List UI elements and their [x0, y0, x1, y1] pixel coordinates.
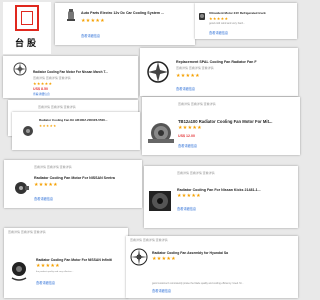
rating-stars: ★★★★★	[209, 16, 229, 21]
product-title[interactable]: Radiator Cooling Fan Motor For NISSAN Se…	[34, 176, 115, 180]
rating-stars: ★★★★★	[39, 124, 57, 128]
logo-text: 台股	[14, 38, 39, 48]
product-card[interactable]: 查看详情 查看详情 查看详情 TB12a100 Radiator Cooling…	[142, 97, 300, 155]
product-title[interactable]: Radiator Cooling Fan Assembly for Hyunda…	[152, 251, 228, 255]
product-meta: 查看详情 查看详情 查看详情	[176, 66, 214, 70]
fan-thumbnail-icon	[147, 61, 169, 83]
view-details-link[interactable]: 查看详细信息	[36, 280, 55, 285]
rating-stars: ★★★★★	[34, 182, 58, 188]
product-card[interactable]: 查看详情 查看详情 查看详情 Radiator Cooling Fan Moto…	[4, 160, 142, 208]
product-card[interactable]: Replacement SPAL Cooling Fan Radiator Fa…	[140, 48, 298, 96]
fan-thumbnail-icon	[148, 123, 174, 143]
fan-thumbnail-icon	[13, 62, 27, 76]
product-meta: 查看详情 查看详情 查看详情	[33, 76, 71, 80]
view-details-link[interactable]: 查看详细信息	[176, 86, 195, 91]
view-details-link[interactable]: 查看详细信息	[209, 30, 228, 35]
fan-thumbnail-icon	[23, 126, 33, 136]
product-card[interactable]: Auto Parts Electro 12v Dc Car Cooling Sy…	[55, 3, 195, 45]
rating-stars: ★★★★★	[81, 18, 105, 24]
view-details-link[interactable]: 查看详细信息	[152, 288, 171, 293]
product-description: good cold wind and very hard...	[209, 22, 246, 25]
view-details-link[interactable]: 查看详细信息	[177, 206, 196, 211]
rating-stars: ★★★★★	[178, 125, 202, 131]
product-title[interactable]: Auto Parts Electro 12v Dc Car Cooling Sy…	[81, 11, 164, 15]
rating-stars: ★★★★★	[176, 73, 200, 79]
product-meta: 查看详情 查看详情 查看详情	[177, 171, 215, 175]
product-title[interactable]: TB12a100 Radiator Cooling Fan Motor For …	[178, 119, 272, 124]
rating-stars: ★★★★★	[36, 263, 60, 269]
product-title[interactable]: Ultrasilent Motor 24V Refrigerated truck	[209, 11, 266, 15]
product-price: US$ 8.50	[33, 87, 48, 91]
logo-inner-mark	[21, 11, 33, 25]
view-details-link[interactable]: 查看详细信息	[33, 92, 50, 96]
product-card[interactable]: Radiator Cooling Fan Kit AR400Z-2000Z6-5…	[12, 112, 140, 150]
product-card[interactable]: 查看详情 查看详情 查看详情 Radiator Cooling Fan For …	[144, 166, 298, 228]
rating-stars: ★★★★★	[152, 256, 176, 262]
company-logo: 台股	[3, 2, 51, 54]
motor-thumbnail-icon	[199, 13, 205, 20]
motor-thumbnail-icon	[15, 182, 29, 194]
fan-thumbnail-icon	[130, 248, 148, 266]
fan-thumbnail-icon	[11, 262, 27, 281]
product-meta: 查看详情 查看详情 查看详情	[38, 105, 76, 109]
product-meta: 查看详情 查看详情 查看详情	[130, 238, 168, 242]
product-meta: 查看详情 查看详情 查看详情	[34, 165, 72, 169]
rating-stars: ★★★★★	[177, 193, 201, 199]
product-description: the product quality and very effective..…	[36, 271, 74, 273]
view-details-link[interactable]: 查看详细信息	[34, 196, 53, 201]
product-card[interactable]: 查看详情 查看详情 查看详情 Radiator Cooling Fan Moto…	[4, 228, 128, 298]
product-price: US$ 12.00	[178, 134, 195, 138]
product-meta: 查看详情 查看详情 查看详情	[8, 230, 46, 234]
product-title[interactable]: Radiator Cooling Fan Motor For Nissan Ma…	[33, 70, 108, 74]
product-description: good customer's consistently praise the …	[152, 282, 244, 285]
product-title[interactable]: Radiator Cooling Fan Kit AR400Z-2000Z6-5…	[39, 118, 107, 122]
logo-mark-icon	[15, 5, 39, 31]
view-details-link[interactable]: 查看详细信息	[178, 143, 197, 148]
product-title[interactable]: Radiator Cooling Fan Motor For NISSAN In…	[36, 258, 112, 262]
rating-stars: ★★★★★	[33, 81, 53, 86]
product-title[interactable]: Radiator Cooling Fan For Nissan Kicks 21…	[177, 188, 261, 192]
product-card[interactable]: Ultrasilent Motor 24V Refrigerated truck…	[195, 3, 297, 39]
product-card[interactable]: 查看详情 查看详情 查看详情 Radiator Cooling Fan Asse…	[126, 236, 298, 298]
fan-assembly-thumbnail-icon	[149, 191, 171, 211]
product-title[interactable]: Replacement SPAL Cooling Fan Radiator Fa…	[176, 60, 257, 64]
motor-thumbnail-icon	[67, 9, 75, 21]
product-meta: 查看详情 查看详情 查看详情	[178, 102, 216, 106]
view-details-link[interactable]: 查看详细信息	[81, 33, 100, 38]
product-card[interactable]: Radiator Cooling Fan Motor For Nissan Ma…	[3, 56, 138, 98]
